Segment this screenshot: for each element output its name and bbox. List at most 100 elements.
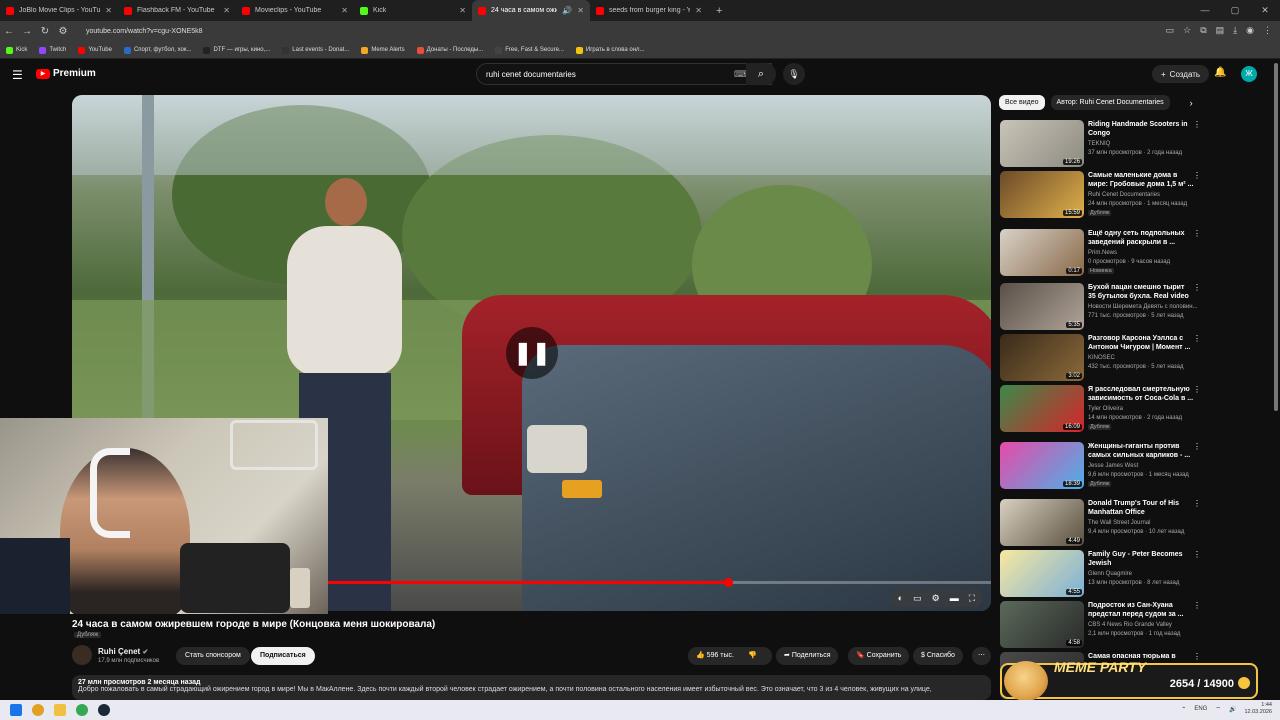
close-window-button[interactable]: ✕ [1250, 0, 1280, 21]
tab-audio-icon[interactable]: 🔊 [562, 6, 572, 15]
kebab-menu-icon[interactable]: ⋮ [1193, 601, 1201, 610]
language-indicator[interactable]: ENG [1194, 706, 1207, 712]
kebab-menu-icon[interactable]: ⋮ [1193, 171, 1201, 180]
related-channel[interactable]: Prim.News [1088, 250, 1117, 256]
bookmark-item[interactable]: Играть в слова онл... [575, 46, 645, 54]
search-input[interactable]: ruhi cenet documentaries ⌨ ✕ [476, 63, 772, 85]
settings-gear-icon[interactable]: ⚙ [932, 593, 940, 604]
thanks-button[interactable]: $ Спасибо [913, 647, 963, 665]
create-button[interactable]: + Создать [1152, 65, 1210, 83]
tab-close-icon[interactable]: ✕ [105, 6, 112, 15]
cast-icon[interactable]: ▭ [1166, 25, 1175, 36]
related-channel[interactable]: KINOSEC [1088, 355, 1115, 361]
thumbs-up-icon[interactable]: 👍 [696, 652, 705, 659]
video-thumbnail[interactable]: 4:55 [1000, 550, 1084, 597]
video-thumbnail[interactable]: 16:09 [1000, 385, 1084, 432]
kebab-menu-icon[interactable]: ⋮ [1193, 334, 1201, 343]
download-icon[interactable]: ⤓ [1233, 25, 1237, 36]
browser-tab[interactable]: Movieclips - YouTube ✕ [236, 0, 354, 21]
hamburger-menu-icon[interactable]: ☰ [12, 68, 23, 82]
related-title[interactable]: Donald Trump's Tour of His Manhattan Off… [1088, 499, 1194, 517]
pause-button[interactable]: ❚❚ [506, 327, 558, 379]
related-channel[interactable]: The Wall Street Journal [1088, 520, 1150, 526]
bookmark-item[interactable]: YouTube [78, 46, 112, 54]
channel-name[interactable]: Ruhi Çenet ✔ [98, 647, 148, 656]
bookmark-item[interactable]: Meme Alerts [361, 46, 405, 54]
maximize-button[interactable]: ▢ [1220, 0, 1250, 21]
kebab-menu-icon[interactable]: ⋮ [1193, 283, 1201, 292]
kebab-menu-icon[interactable]: ⋮ [1193, 652, 1201, 661]
tab-close-icon[interactable]: ✕ [577, 6, 584, 15]
kebab-menu-icon[interactable]: ⋮ [1193, 442, 1201, 451]
related-channel[interactable]: Новости Шеремета Девять с половин... [1088, 304, 1198, 310]
browser-tab[interactable]: seeds from burger king - YouT ✕ [590, 0, 708, 21]
related-title[interactable]: Я расследовал смертельную зависимость от… [1088, 385, 1194, 403]
volume-icon[interactable]: 🔊 [1229, 706, 1236, 713]
video-thumbnail[interactable]: 5:35 [1000, 283, 1084, 330]
kebab-menu-icon[interactable]: ⋮ [1193, 120, 1201, 129]
search-button[interactable]: ⌕ [746, 63, 776, 85]
bookmark-item[interactable]: Last events - Donat... [282, 46, 349, 54]
network-icon[interactable]: ⌔ [1215, 705, 1221, 713]
related-channel[interactable]: Glenn Quagmire [1088, 571, 1132, 577]
progress-scrubber[interactable] [723, 578, 733, 587]
scrollbar-thumb[interactable] [1274, 63, 1278, 411]
related-title[interactable]: Подросток из Сан-Хуана предстал перед су… [1088, 601, 1194, 619]
related-video-item[interactable]: 5:35 Бухой пацан смешно тырит 35 бутылок … [1000, 283, 1210, 333]
notifications-bell-icon[interactable]: 🔔 [1214, 67, 1226, 78]
voice-search-icon[interactable]: 🎙 [783, 63, 805, 85]
bookmark-item[interactable]: Спорт, футбол, хок... [123, 46, 191, 54]
tab-close-icon[interactable]: ✕ [459, 6, 466, 15]
video-thumbnail[interactable]: 4:49 [1000, 499, 1084, 546]
related-title[interactable]: Разговор Карсона Уэллса с Антоном Чигуро… [1088, 334, 1194, 352]
related-title[interactable]: Самые маленькие дома в мире: Гробовые до… [1088, 171, 1194, 189]
kebab-menu-icon[interactable]: ⋮ [1193, 385, 1201, 394]
related-title[interactable]: Ещё одну сеть подпольных заведений раскр… [1088, 229, 1194, 247]
share-button[interactable]: ➦ Поделиться [776, 647, 839, 665]
tab-close-icon[interactable]: ✕ [341, 6, 348, 15]
kebab-menu-icon[interactable]: ⋮ [1193, 499, 1201, 508]
video-thumbnail[interactable]: 15:59 [1000, 171, 1084, 218]
youtube-logo[interactable]: ▶ Premium [36, 68, 96, 79]
subscribe-button[interactable]: Подписаться [251, 647, 315, 665]
page-scrollbar[interactable] [1272, 59, 1280, 699]
description-box[interactable]: 27 млн просмотров 2 месяца назад Добро п… [72, 675, 991, 700]
account-avatar[interactable]: Ж [1241, 66, 1257, 82]
related-title[interactable]: Бухой пацан смешно тырит 35 бутылок бухл… [1088, 283, 1194, 301]
chevron-right-icon[interactable]: › [1190, 98, 1193, 108]
more-actions-icon[interactable]: ⋯ [972, 647, 991, 665]
thumbs-down-icon[interactable]: 👎 [748, 652, 757, 659]
bookmark-item[interactable]: Twitch [39, 46, 66, 54]
video-thumbnail[interactable]: 18:39 [1000, 442, 1084, 489]
related-video-item[interactable]: 4:49 Donald Trump's Tour of His Manhattan… [1000, 499, 1210, 549]
start-icon[interactable] [10, 704, 22, 716]
related-video-item[interactable]: 18:39 Женщины-гиганты против самых сильны… [1000, 442, 1210, 492]
related-video-item[interactable]: 3:02 Разговор Карсона Уэллса с Антоном Чи… [1000, 334, 1210, 384]
new-tab-button[interactable]: + [716, 5, 722, 17]
profile-icon[interactable]: ◉ [1246, 25, 1254, 36]
browser-tab[interactable]: Flashback FM - YouTube ✕ [118, 0, 236, 21]
video-thumbnail[interactable]: 4:58 [1000, 601, 1084, 648]
related-channel[interactable]: CBS 4 News Rio Grande Valley [1088, 622, 1172, 628]
file-explorer-icon[interactable] [54, 704, 66, 716]
yandex-icon[interactable] [32, 704, 44, 716]
kebab-menu-icon[interactable]: ⋮ [1193, 229, 1201, 238]
tray-chevron-icon[interactable]: ⌃ [1181, 706, 1186, 713]
video-thumbnail[interactable]: 3:02 [1000, 334, 1084, 381]
site-info-icon[interactable]: ⚙ [54, 26, 72, 37]
related-video-item[interactable]: 16:09 Я расследовал смертельную зависимос… [1000, 385, 1210, 435]
fullscreen-icon[interactable]: ⛶ [969, 593, 975, 604]
browser-tab[interactable]: Kick ✕ [354, 0, 472, 21]
channel-avatar[interactable] [72, 645, 92, 665]
related-channel[interactable]: Jesse James West [1088, 463, 1138, 469]
related-title[interactable]: Riding Handmade Scooters in Congo [1088, 120, 1194, 138]
steam-icon[interactable] [98, 704, 110, 716]
like-count[interactable]: 596 тыс. [707, 652, 734, 659]
bookmark-star-icon[interactable]: ☆ [1183, 25, 1191, 36]
clock[interactable]: 1:44 12.03.2026 [1244, 702, 1272, 716]
bookmark-item[interactable]: DTF — игры, кино,... [203, 46, 270, 54]
reload-icon[interactable]: ↻ [36, 26, 54, 37]
related-channel[interactable]: Tyler Oliveira [1088, 406, 1123, 412]
related-channel[interactable]: Ruhi Cenet Documentaries [1088, 192, 1160, 198]
save-button[interactable]: 🔖 Сохранить [848, 647, 910, 665]
